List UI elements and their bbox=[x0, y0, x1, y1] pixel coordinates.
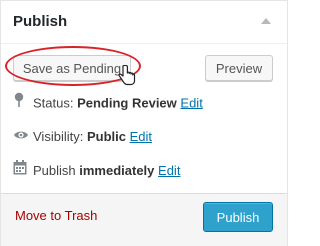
move-to-trash-link[interactable]: Move to Trash bbox=[15, 208, 97, 223]
publish-button[interactable]: Publish bbox=[203, 202, 273, 232]
visibility-row: Visibility: Public Edit bbox=[13, 127, 152, 147]
edit-visibility-link[interactable]: Edit bbox=[130, 129, 152, 144]
publish-box-header[interactable]: Publish bbox=[1, 1, 287, 44]
edit-schedule-link[interactable]: Edit bbox=[158, 163, 180, 178]
status-value: Pending Review bbox=[77, 95, 177, 111]
status-label: Status: bbox=[33, 95, 78, 111]
publish-schedule-label: Publish bbox=[33, 163, 80, 178]
page-title: Publish bbox=[13, 13, 68, 30]
edit-status-link[interactable]: Edit bbox=[180, 95, 202, 110]
publish-box: Publish Save as Pending Preview Status: … bbox=[0, 0, 288, 246]
pin-icon bbox=[13, 92, 33, 114]
publish-schedule-value: immediately bbox=[79, 163, 155, 178]
status-row: Status: Pending Review Edit bbox=[13, 92, 203, 114]
visibility-label: Visibility: bbox=[33, 129, 87, 144]
major-publishing-actions: Move to Trash Publish bbox=[1, 193, 287, 246]
preview-button[interactable]: Preview bbox=[205, 55, 273, 81]
eye-icon bbox=[13, 127, 33, 147]
hand-cursor-icon bbox=[118, 65, 136, 86]
visibility-value: Public bbox=[86, 129, 126, 144]
save-as-pending-button[interactable]: Save as Pending bbox=[13, 55, 131, 81]
publish-schedule-row: Publish immediately Edit bbox=[13, 160, 180, 181]
collapse-arrow-icon[interactable] bbox=[261, 18, 271, 24]
calendar-icon bbox=[13, 160, 33, 181]
